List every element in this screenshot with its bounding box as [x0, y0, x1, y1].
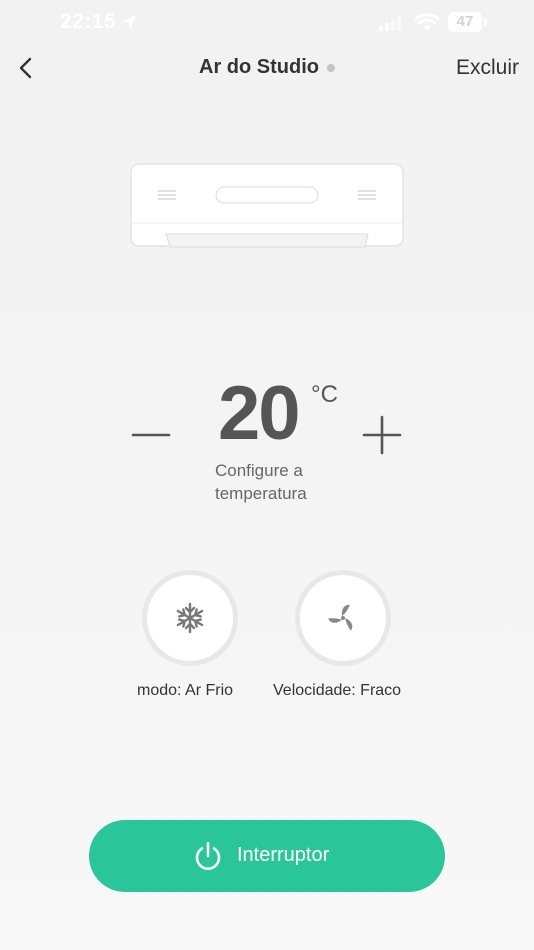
battery-indicator: 47 [448, 12, 482, 32]
snowflake-icon [176, 602, 204, 634]
battery-cap [484, 18, 487, 26]
status-time: 22:15 [60, 10, 117, 33]
mode-label: modo: Ar Frio [137, 682, 234, 699]
temperature-caption: Configure a temperatura [215, 461, 307, 503]
power-button[interactable]: Interruptor [89, 820, 445, 892]
increase-temperature-button[interactable] [361, 414, 403, 456]
mode-button-face [147, 575, 233, 661]
temperature-unit: °C [311, 381, 338, 408]
location-arrow-icon [122, 15, 136, 29]
fan-button-face [300, 575, 386, 661]
signal-icon [379, 15, 401, 31]
page-header: Ar do Studio [0, 56, 534, 82]
page-title: Ar do Studio [199, 56, 319, 78]
power-icon [195, 841, 221, 870]
fan-icon [328, 604, 353, 631]
power-label: Interruptor [237, 844, 330, 866]
fan-speed-button[interactable] [295, 570, 391, 666]
fan-speed-label: Velocidade: Fraco [273, 682, 402, 699]
battery-level: 47 [456, 13, 474, 30]
status-bar: 22:15 47 [0, 0, 534, 44]
wifi-icon [414, 13, 440, 31]
status-dot [326, 63, 335, 72]
temperature-value: 20 [218, 371, 301, 456]
delete-button[interactable]: Excluir [456, 56, 519, 80]
mode-button[interactable] [142, 570, 238, 666]
air-conditioner-image [130, 163, 404, 248]
decrease-temperature-button[interactable] [130, 414, 172, 456]
